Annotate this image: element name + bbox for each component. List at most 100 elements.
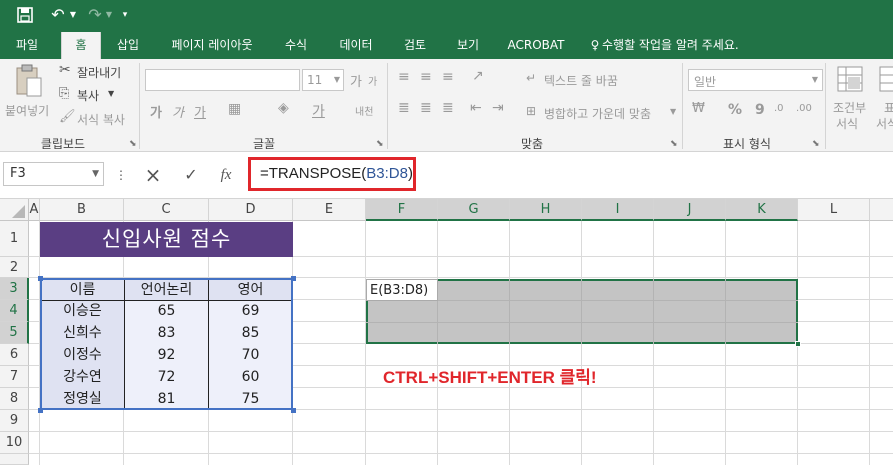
wrap-text-icon[interactable]: ↵ (526, 71, 536, 85)
align-top-icon[interactable]: ≡ (398, 69, 410, 85)
tab-view[interactable]: 보기 (448, 32, 488, 59)
orientation-icon[interactable]: ↗ (472, 68, 484, 84)
sheet-title-banner[interactable]: 신입사원 점수 (40, 222, 293, 257)
name-box-dropdown-icon[interactable]: ▼ (92, 163, 99, 185)
number-format-dropdown-icon[interactable]: ▼ (812, 75, 818, 84)
italic-icon[interactable]: 가 (172, 102, 184, 121)
align-left-icon[interactable]: ≣ (398, 100, 410, 116)
worksheet-grid[interactable]: A B C D E F G H I J K L 1 2 3 4 5 6 7 8 … (0, 199, 893, 465)
format-painter-label[interactable]: 서식 복사 (77, 111, 125, 128)
format-as-table-icon[interactable] (878, 65, 893, 95)
format-as-table-label-1[interactable]: 표 (884, 99, 893, 116)
column-header-d[interactable]: D (209, 199, 293, 221)
conditional-format-label-1[interactable]: 조건부 (833, 99, 866, 116)
clipboard-launcher-icon[interactable]: ⬊ (129, 139, 137, 149)
column-header-l[interactable]: L (798, 199, 870, 221)
column-header-g[interactable]: G (438, 199, 510, 221)
tab-review[interactable]: 검토 (395, 32, 435, 59)
font-name-box[interactable] (145, 69, 300, 91)
conditional-format-icon[interactable] (836, 65, 866, 95)
row-header-4[interactable]: 4 (0, 300, 29, 322)
row-header-8[interactable]: 8 (0, 388, 29, 410)
customize-icon[interactable]: ▾ (119, 4, 131, 26)
paste-label[interactable]: 붙여넣기 (5, 102, 49, 119)
number-format-box[interactable]: 일반 ▼ (688, 69, 823, 91)
column-header-c[interactable]: C (124, 199, 209, 221)
range-handle[interactable] (38, 408, 43, 413)
column-header-h[interactable]: H (510, 199, 582, 221)
copy-label[interactable]: 복사 (77, 87, 99, 104)
border-icon[interactable]: ▦ (228, 101, 241, 117)
font-color-icon[interactable]: 가 (312, 101, 325, 121)
tab-page-layout[interactable]: 페이지 레이아웃 (162, 32, 262, 59)
range-handle[interactable] (291, 408, 296, 413)
bold-icon[interactable]: 가 (150, 102, 162, 121)
column-header-k[interactable]: K (726, 199, 798, 221)
font-launcher-icon[interactable]: ⬊ (376, 139, 384, 149)
column-header-b[interactable]: B (40, 199, 124, 221)
column-header-a[interactable]: A (29, 199, 40, 221)
decrease-indent-icon[interactable]: ⇤ (470, 100, 482, 116)
tell-me-input[interactable]: 수행할 작업을 알려 주세요. (602, 32, 762, 59)
tab-data[interactable]: 데이터 (331, 32, 381, 59)
accounting-icon[interactable]: ₩ (692, 101, 705, 116)
cancel-icon[interactable]: × (142, 164, 164, 186)
tab-file[interactable]: 파일 (6, 32, 48, 59)
column-header-e[interactable]: E (293, 199, 366, 221)
row-header-5[interactable]: 5 (0, 322, 29, 344)
tab-insert[interactable]: 삽입 (108, 32, 148, 59)
merge-dropdown-icon[interactable]: ▼ (670, 107, 676, 116)
row-header-10[interactable]: 10 (0, 432, 29, 454)
alignment-launcher-icon[interactable]: ⬊ (670, 139, 678, 149)
merge-icon[interactable]: ⊞ (526, 104, 536, 118)
row-header-2[interactable]: 2 (0, 257, 29, 278)
range-handle[interactable] (38, 276, 43, 281)
tab-formulas[interactable]: 수식 (276, 32, 316, 59)
column-header-m[interactable] (870, 199, 893, 221)
underline-icon[interactable]: 가 (194, 102, 206, 121)
column-header-j[interactable]: J (654, 199, 726, 221)
range-handle[interactable] (291, 276, 296, 281)
row-header-3[interactable]: 3 (0, 278, 29, 300)
name-box[interactable]: F3 ▼ (3, 162, 104, 186)
merge-label[interactable]: 병합하고 가운데 맞춤 (544, 105, 651, 122)
font-grow-icon[interactable]: 가 (350, 71, 362, 90)
fill-color-icon[interactable]: ◈ (278, 100, 289, 116)
tab-home[interactable]: 홈 (61, 32, 101, 59)
align-bottom-icon[interactable]: ≡ (442, 69, 454, 85)
copy-icon[interactable]: ⎘ (59, 86, 69, 101)
decrease-decimal-icon[interactable]: .00 (796, 103, 812, 114)
redo-dropdown-icon[interactable]: ▼ (104, 4, 114, 26)
align-center-icon[interactable]: ≣ (420, 100, 432, 116)
comma-icon[interactable]: 9 (755, 102, 765, 118)
row-header-6[interactable]: 6 (0, 344, 29, 366)
align-middle-icon[interactable]: ≡ (420, 69, 432, 85)
more-options-icon[interactable]: ⋮ (115, 164, 127, 186)
font-size-box[interactable]: 11 ▼ (302, 69, 344, 91)
copy-dropdown-icon[interactable]: ▼ (108, 89, 114, 98)
column-header-i[interactable]: I (582, 199, 654, 221)
percent-icon[interactable]: % (728, 102, 742, 118)
undo-icon[interactable]: ↶ (47, 4, 69, 26)
font-size-dropdown-icon[interactable]: ▼ (334, 75, 340, 84)
save-icon[interactable] (14, 4, 36, 26)
font-shrink-icon[interactable]: 가 (368, 73, 377, 88)
number-launcher-icon[interactable]: ⬊ (812, 139, 820, 149)
paste-icon[interactable] (14, 64, 44, 98)
row-header-9[interactable]: 9 (0, 410, 29, 432)
scissors-icon[interactable]: ✂ (59, 62, 71, 78)
row-header-7[interactable]: 7 (0, 366, 29, 388)
column-header-f[interactable]: F (366, 199, 438, 221)
increase-indent-icon[interactable]: ⇥ (492, 100, 504, 116)
format-as-table-label-2[interactable]: 서식 (876, 115, 893, 132)
enter-icon[interactable]: ✓ (180, 164, 202, 186)
align-right-icon[interactable]: ≣ (442, 100, 454, 116)
row-header-1[interactable]: 1 (0, 221, 29, 257)
conditional-format-label-2[interactable]: 서식 (836, 115, 858, 132)
select-all-corner[interactable] (0, 199, 29, 221)
redo-icon[interactable]: ↷ (84, 4, 106, 26)
wrap-text-label[interactable]: 텍스트 줄 바꿈 (544, 72, 618, 89)
fill-handle[interactable] (795, 341, 801, 347)
tab-acrobat[interactable]: ACROBAT (502, 32, 570, 59)
insert-function-icon[interactable]: fx (215, 164, 237, 186)
